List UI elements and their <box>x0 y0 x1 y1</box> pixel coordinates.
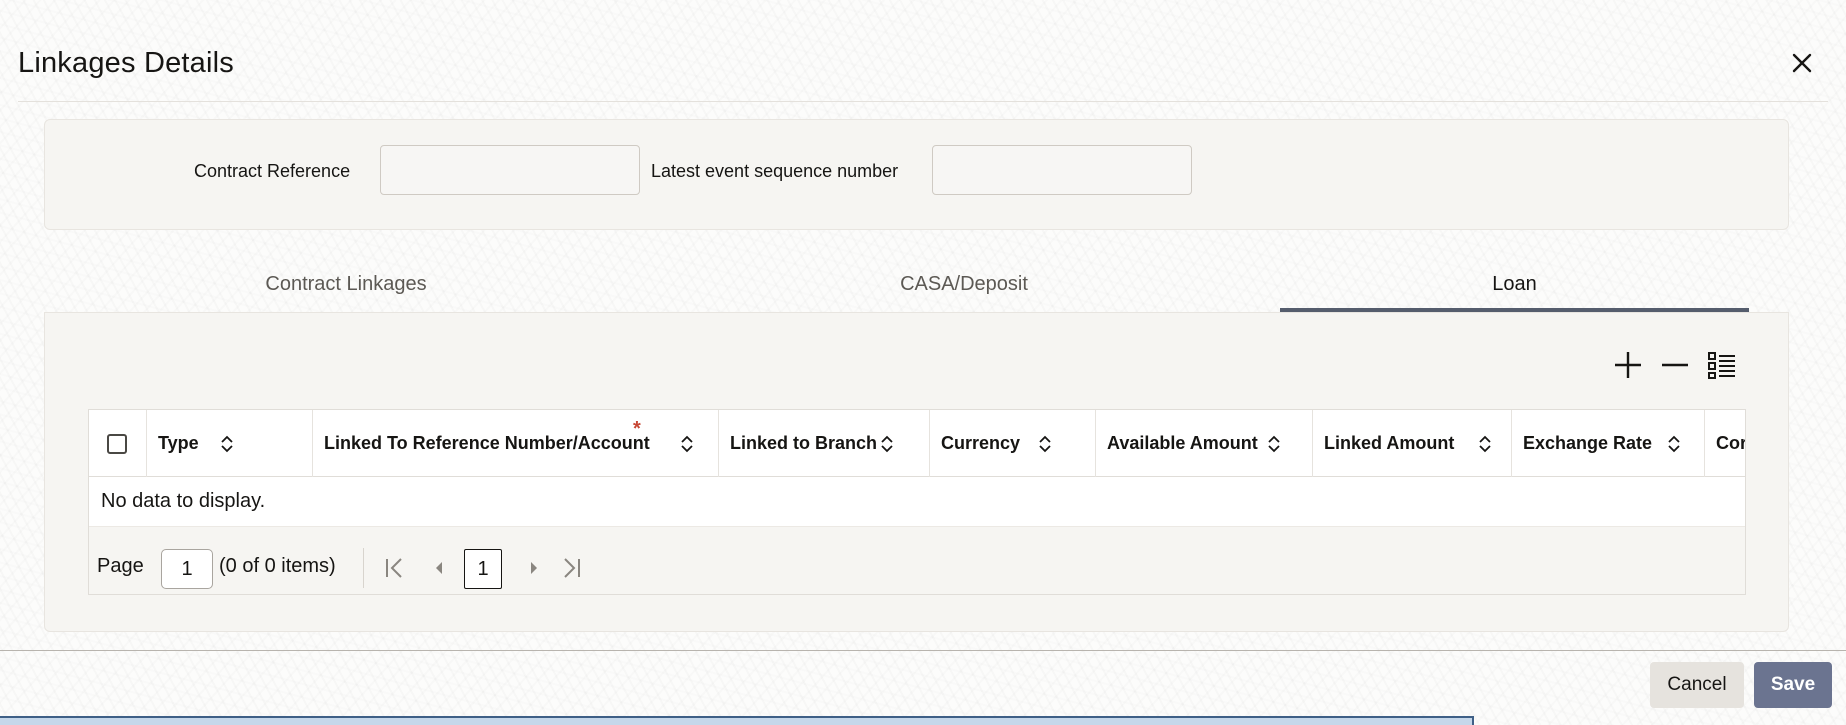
column-currency[interactable]: Currency <box>930 410 1096 477</box>
tab-contract-linkages[interactable]: Contract Linkages <box>44 262 648 312</box>
dialog-header: Linkages Details <box>0 0 1846 102</box>
items-count: (0 of 0 items) <box>219 555 336 577</box>
column-label: Linked Amount <box>1324 433 1455 453</box>
column-label: Available Amount <box>1107 433 1258 453</box>
column-label: Cor <box>1716 433 1746 453</box>
pager-divider <box>363 548 364 588</box>
sort-icon[interactable] <box>219 434 235 454</box>
tab-loan[interactable]: Loan <box>1280 262 1749 312</box>
page-label: Page <box>97 555 144 577</box>
sort-icon[interactable] <box>1037 434 1053 454</box>
plus-icon[interactable] <box>1612 349 1644 381</box>
previous-page-icon[interactable] <box>426 554 452 582</box>
column-label: Linked to Branch <box>730 433 878 453</box>
tab-bar: Contract Linkages CASA/Deposit Loan <box>44 262 1789 312</box>
contract-reference-label: Contract Reference <box>194 161 351 181</box>
column-available-amount[interactable]: Available Amount <box>1096 410 1313 477</box>
column-linked-to-reference[interactable]: Linked To Reference Number/Account * <box>313 410 719 477</box>
tab-casa-deposit[interactable]: CASA/Deposit <box>648 262 1280 312</box>
first-page-icon[interactable] <box>381 554 407 582</box>
save-button[interactable]: Save <box>1754 662 1832 708</box>
sort-icon[interactable] <box>1477 434 1493 454</box>
column-label: Exchange Rate <box>1523 433 1653 453</box>
cancel-button[interactable]: Cancel <box>1650 662 1744 708</box>
select-all-column <box>89 410 147 477</box>
column-label: Currency <box>941 433 1021 453</box>
table-header: Type Linked To Reference Number/Account … <box>89 410 1746 477</box>
footer-divider <box>0 650 1846 651</box>
sort-icon[interactable] <box>879 434 895 454</box>
sort-icon[interactable] <box>679 434 695 454</box>
page-number-input[interactable]: 1 <box>161 549 213 589</box>
latest-event-sequence-label: Latest event sequence number <box>651 161 899 181</box>
next-page-icon[interactable] <box>521 554 547 582</box>
page-button-current[interactable]: 1 <box>464 549 502 589</box>
column-truncated[interactable]: Cor <box>1705 410 1746 477</box>
column-label: Type <box>158 433 199 453</box>
minus-icon[interactable] <box>1659 349 1691 381</box>
select-all-checkbox[interactable] <box>107 434 127 454</box>
list-icon[interactable] <box>1706 349 1738 381</box>
column-type[interactable]: Type <box>147 410 313 477</box>
latest-event-sequence-input[interactable] <box>932 145 1192 195</box>
close-icon[interactable] <box>1787 48 1817 78</box>
status-bar <box>0 716 1474 725</box>
column-linked-amount[interactable]: Linked Amount <box>1313 410 1512 477</box>
sort-icon[interactable] <box>1266 434 1282 454</box>
contract-reference-input[interactable] <box>380 145 640 195</box>
dialog-title: Linkages Details <box>18 47 234 79</box>
required-marker: * <box>633 418 641 440</box>
linkages-table: Type Linked To Reference Number/Account … <box>88 409 1746 595</box>
last-page-icon[interactable] <box>559 554 585 582</box>
column-label: Linked To Reference Number/Account <box>324 433 650 453</box>
empty-message: No data to display. <box>101 490 266 512</box>
column-exchange-rate[interactable]: Exchange Rate <box>1512 410 1705 477</box>
sort-icon[interactable] <box>1666 434 1682 454</box>
header-divider <box>18 101 1828 102</box>
column-linked-to-branch[interactable]: Linked to Branch <box>719 410 930 477</box>
pagination-bar: Page 1 (0 of 0 items) 1 <box>89 526 1745 594</box>
